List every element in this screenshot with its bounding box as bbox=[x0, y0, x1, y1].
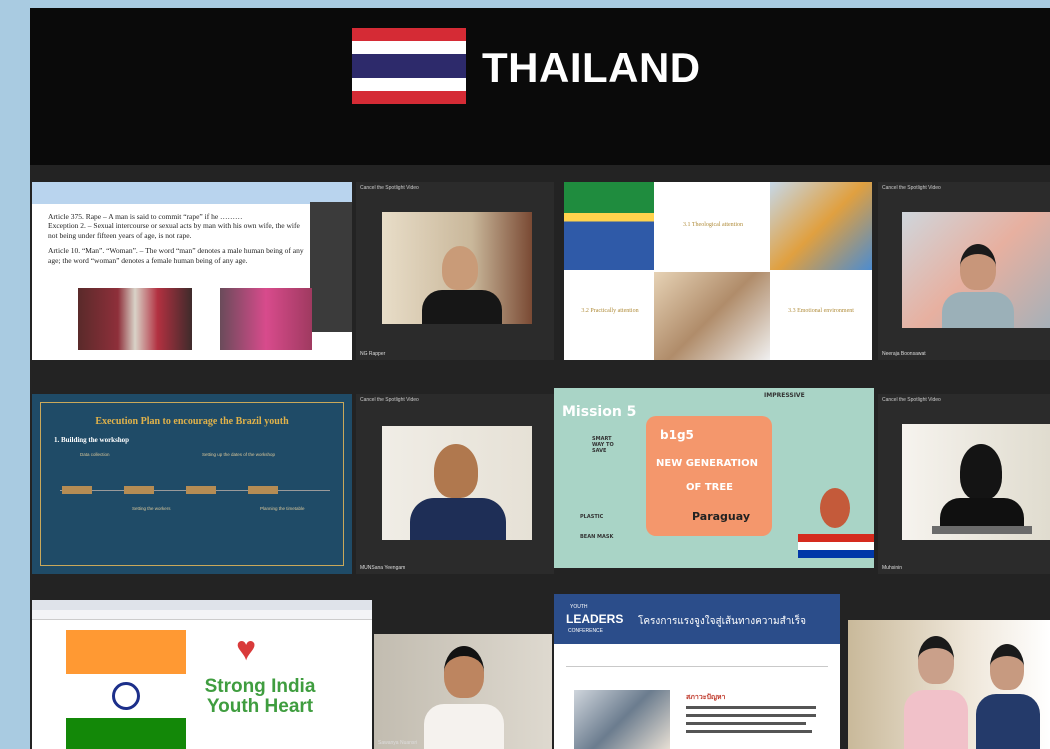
country-name: Paraguay bbox=[692, 510, 750, 523]
browser-tile[interactable]: ♥ Strong India Youth Heart bbox=[32, 600, 372, 749]
video-tile-cam5[interactable]: Sawanya Nuansri bbox=[374, 634, 552, 749]
laptop-edge bbox=[932, 526, 1032, 534]
india-title-2: Youth Heart bbox=[206, 696, 314, 717]
participant-avatar bbox=[960, 244, 996, 290]
divider bbox=[566, 666, 828, 667]
participant-avatar bbox=[990, 644, 1024, 690]
timeline-node bbox=[62, 486, 92, 494]
participant-avatar bbox=[442, 246, 478, 290]
video-tile-cam1[interactable]: Cancel the Spotlight Video NG Rapper bbox=[356, 182, 554, 360]
video-tile-cam4[interactable]: Cancel the Spotlight Video Muhsinin bbox=[878, 394, 1050, 574]
cam-tag: Cancel the Spotlight Video bbox=[882, 397, 941, 403]
country-banner: THAILAND bbox=[30, 8, 1050, 165]
thai-heading: โครงการแรงจูงใจสู่เส้นทางความสำเร็จ bbox=[638, 616, 806, 627]
participant-avatar bbox=[918, 636, 954, 684]
article-375: Article 375. Rape – A man is said to com… bbox=[48, 212, 243, 221]
video-tile-cam2[interactable]: Cancel the Spotlight Video Neeraja Boons… bbox=[878, 182, 1050, 360]
left-note: SMART WAY TO SAVE bbox=[592, 436, 614, 454]
headline-line-2: OF TREE bbox=[686, 482, 733, 493]
participant-name: Neeraja Boonsawat bbox=[882, 351, 926, 357]
box-practical: 3.2 Practically attention bbox=[581, 308, 639, 314]
participant-avatar bbox=[444, 646, 484, 698]
video-tile-cam3[interactable]: Cancel the Spotlight Video MUNSana Yeeng… bbox=[356, 394, 554, 574]
legal-slide-tile[interactable]: Article 375. Rape – A man is said to com… bbox=[32, 182, 352, 360]
thailand-flag-icon bbox=[352, 28, 466, 104]
timeline-node bbox=[124, 486, 154, 494]
participant-body bbox=[424, 704, 504, 749]
paraguay-flag-icon bbox=[798, 534, 874, 558]
plan-item-3: Setting the workers bbox=[132, 506, 171, 511]
brand-youth: YOUTH bbox=[570, 604, 588, 610]
browser-addressbar[interactable] bbox=[32, 610, 372, 620]
box-theological: 3.1 Theological attention bbox=[682, 222, 744, 228]
participant-name: NG Rapper bbox=[360, 351, 386, 357]
meeting-grid: THAILAND Article 375. Rape – A man is sa… bbox=[30, 8, 1050, 749]
mission-label: Mission 5 bbox=[562, 404, 637, 420]
headline-line-1: NEW GENERATION bbox=[656, 458, 759, 469]
participant-avatar bbox=[960, 444, 1002, 500]
cam-tag: Cancel the Spotlight Video bbox=[360, 185, 419, 191]
participant-body bbox=[410, 498, 506, 540]
plan-slide-tile[interactable]: Execution Plan to encourage the Brazil y… bbox=[32, 394, 352, 574]
cam-tag: Cancel the Spotlight Video bbox=[882, 185, 941, 191]
participant-avatar bbox=[434, 444, 478, 498]
timeline-node bbox=[186, 486, 216, 494]
text-line bbox=[686, 706, 816, 709]
heart-icon: ♥ bbox=[236, 630, 257, 668]
mascot-icon bbox=[820, 488, 850, 528]
plan-title: Execution Plan to encourage the Brazil y… bbox=[95, 416, 289, 427]
plan-subtitle: 1. Building the workshop bbox=[54, 436, 130, 444]
mission-slide-tile[interactable]: Mission 5 IMPRESSIVE SMART WAY TO SAVE P… bbox=[554, 388, 874, 568]
protest-photo bbox=[78, 288, 192, 350]
left-note-2: PLASTIC bbox=[580, 514, 604, 520]
section-title: สภาวะปัญหา bbox=[686, 693, 726, 701]
slide-sidebar bbox=[310, 202, 352, 332]
brand-conference: CONFERENCE bbox=[568, 628, 604, 634]
brazil-photo bbox=[564, 182, 654, 270]
participant-body bbox=[422, 290, 502, 324]
participant-name: Muhsinin bbox=[882, 565, 903, 571]
text-line bbox=[686, 730, 812, 733]
impressive-badge: IMPRESSIVE bbox=[764, 392, 805, 399]
brand-leaders: LEADERS bbox=[566, 612, 624, 626]
text-line bbox=[686, 714, 816, 717]
team-name: b1g5 bbox=[660, 428, 694, 442]
video-tile-cam6[interactable]: Cancel the Spotlight Video bbox=[848, 620, 1050, 749]
box-emotional: 3.3 Emotional environment bbox=[788, 308, 854, 314]
classroom-photo bbox=[574, 690, 670, 749]
browser-tabbar bbox=[32, 600, 372, 610]
india-title-1: Strong India bbox=[204, 676, 316, 697]
participant-name: MUNSana Yeengam bbox=[360, 565, 406, 571]
participant-body bbox=[976, 694, 1040, 749]
article-10: Article 10. “Man”. “Woman”. – The word “… bbox=[48, 246, 304, 265]
india-flag-icon bbox=[66, 630, 186, 749]
participant-body bbox=[904, 690, 968, 749]
plan-item-2: Setting up the dates of the workshop bbox=[202, 452, 276, 457]
slide-header-bar bbox=[32, 182, 352, 204]
thai-slide-tile[interactable]: YOUTH LEADERS CONFERENCE โครงการแรงจูงใจ… bbox=[554, 594, 840, 749]
cam-tag: Cancel the Spotlight Video bbox=[360, 397, 419, 403]
text-line bbox=[686, 722, 806, 725]
country-title: THAILAND bbox=[482, 44, 701, 91]
participant-body bbox=[942, 292, 1014, 328]
class-photo bbox=[654, 272, 770, 360]
participant-name: Sawanya Nuansri bbox=[378, 740, 418, 746]
kids-photo bbox=[770, 182, 872, 270]
left-note-3: BEAN MASK bbox=[580, 534, 614, 540]
plan-item-4: Planning the timetable bbox=[260, 506, 305, 511]
exception-2: Exception 2. – Sexual intercourse or sex… bbox=[48, 221, 300, 240]
plan-item-1: Data collection bbox=[80, 452, 110, 457]
timeline-node bbox=[248, 486, 278, 494]
brazil-slide-tile[interactable]: 3.1 Theological attention 3.2 Practicall… bbox=[564, 182, 872, 360]
protest-photo-2 bbox=[220, 288, 312, 350]
